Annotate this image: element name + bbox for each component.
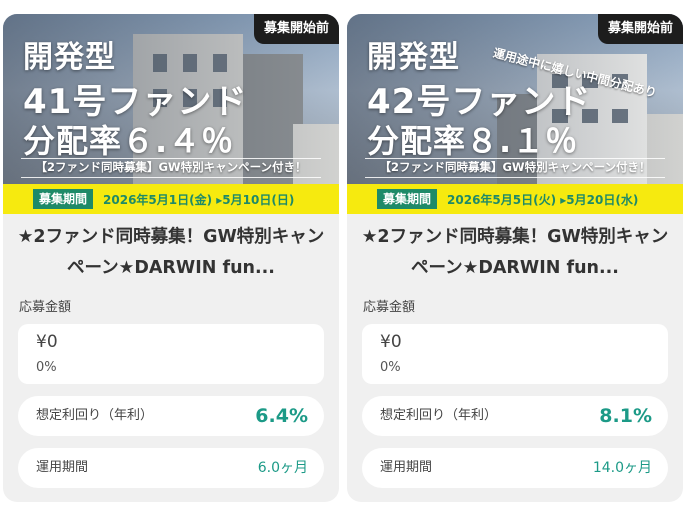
status-badge: 募集開始前	[597, 14, 683, 44]
term-value: 6.0ヶ月	[257, 460, 308, 476]
period-badge: 募集期間	[377, 189, 438, 209]
term-row: 運用期間 6.0ヶ月	[18, 448, 324, 488]
amount-box: ¥0 0%	[362, 324, 668, 384]
divider	[21, 158, 321, 159]
term-value: 14.0ヶ月	[592, 460, 652, 476]
amount-percent: 0%	[36, 360, 57, 375]
campaign-text: 【2ファンド同時募集】GW特別キャンペーン付き！	[379, 160, 651, 174]
divider	[365, 177, 665, 178]
divider	[21, 177, 321, 178]
recruitment-period-bar: 募集期間 2026年5月1日(金) ▸5月10日(日)	[3, 184, 339, 214]
term-label: 運用期間	[36, 460, 89, 475]
term-row: 運用期間 14.0ヶ月	[362, 448, 668, 488]
yield-value: 6.4%	[255, 405, 308, 427]
status-badge: 募集開始前	[253, 14, 339, 44]
amount-box: ¥0 0%	[18, 324, 324, 384]
amount-percent: 0%	[380, 360, 401, 375]
fund-title[interactable]: ★2ファンド同時募集！GW特別キャンペーン★DARWIN fun...	[359, 222, 671, 284]
amount-label: 応募金額	[19, 300, 72, 315]
fund-title[interactable]: ★2ファンド同時募集！GW特別キャンペーン★DARWIN fun...	[15, 222, 327, 284]
yield-value: 8.1%	[599, 405, 652, 427]
yield-row: 想定利回り（年利） 8.1%	[362, 396, 668, 436]
period-dates: 2026年5月5日(火) ▸5月20日(水)	[447, 192, 639, 207]
term-label: 運用期間	[380, 460, 433, 475]
period-badge: 募集期間	[33, 189, 94, 209]
period-dates: 2026年5月1日(金) ▸5月10日(日)	[103, 192, 295, 207]
campaign-text: 【2ファンド同時募集】GW特別キャンペーン付き！	[35, 160, 307, 174]
hero-fund-type: 開発型	[367, 40, 460, 75]
amount-label: 応募金額	[363, 300, 416, 315]
divider	[365, 158, 665, 159]
yield-label: 想定利回り（年利）	[380, 408, 498, 423]
fund-card-41[interactable]: 募集開始前 開発型 41号ファンド 分配率６.４％ 【2ファンド同時募集】GW特…	[3, 14, 339, 502]
amount-value: ¥0	[380, 332, 402, 352]
fund-hero-image: 募集開始前 開発型 41号ファンド 分配率６.４％ 【2ファンド同時募集】GW特…	[3, 14, 339, 184]
hero-fund-type: 開発型	[23, 40, 116, 75]
fund-card-42[interactable]: 募集開始前 運用途中に嬉しい中間分配あり 開発型 42号ファンド 分配率８.１％…	[347, 14, 683, 502]
yield-label: 想定利回り（年利）	[36, 408, 154, 423]
yield-row: 想定利回り（年利） 6.4%	[18, 396, 324, 436]
amount-value: ¥0	[36, 332, 58, 352]
fund-hero-image: 募集開始前 運用途中に嬉しい中間分配あり 開発型 42号ファンド 分配率８.１％…	[347, 14, 683, 184]
recruitment-period-bar: 募集期間 2026年5月5日(火) ▸5月20日(水)	[347, 184, 683, 214]
